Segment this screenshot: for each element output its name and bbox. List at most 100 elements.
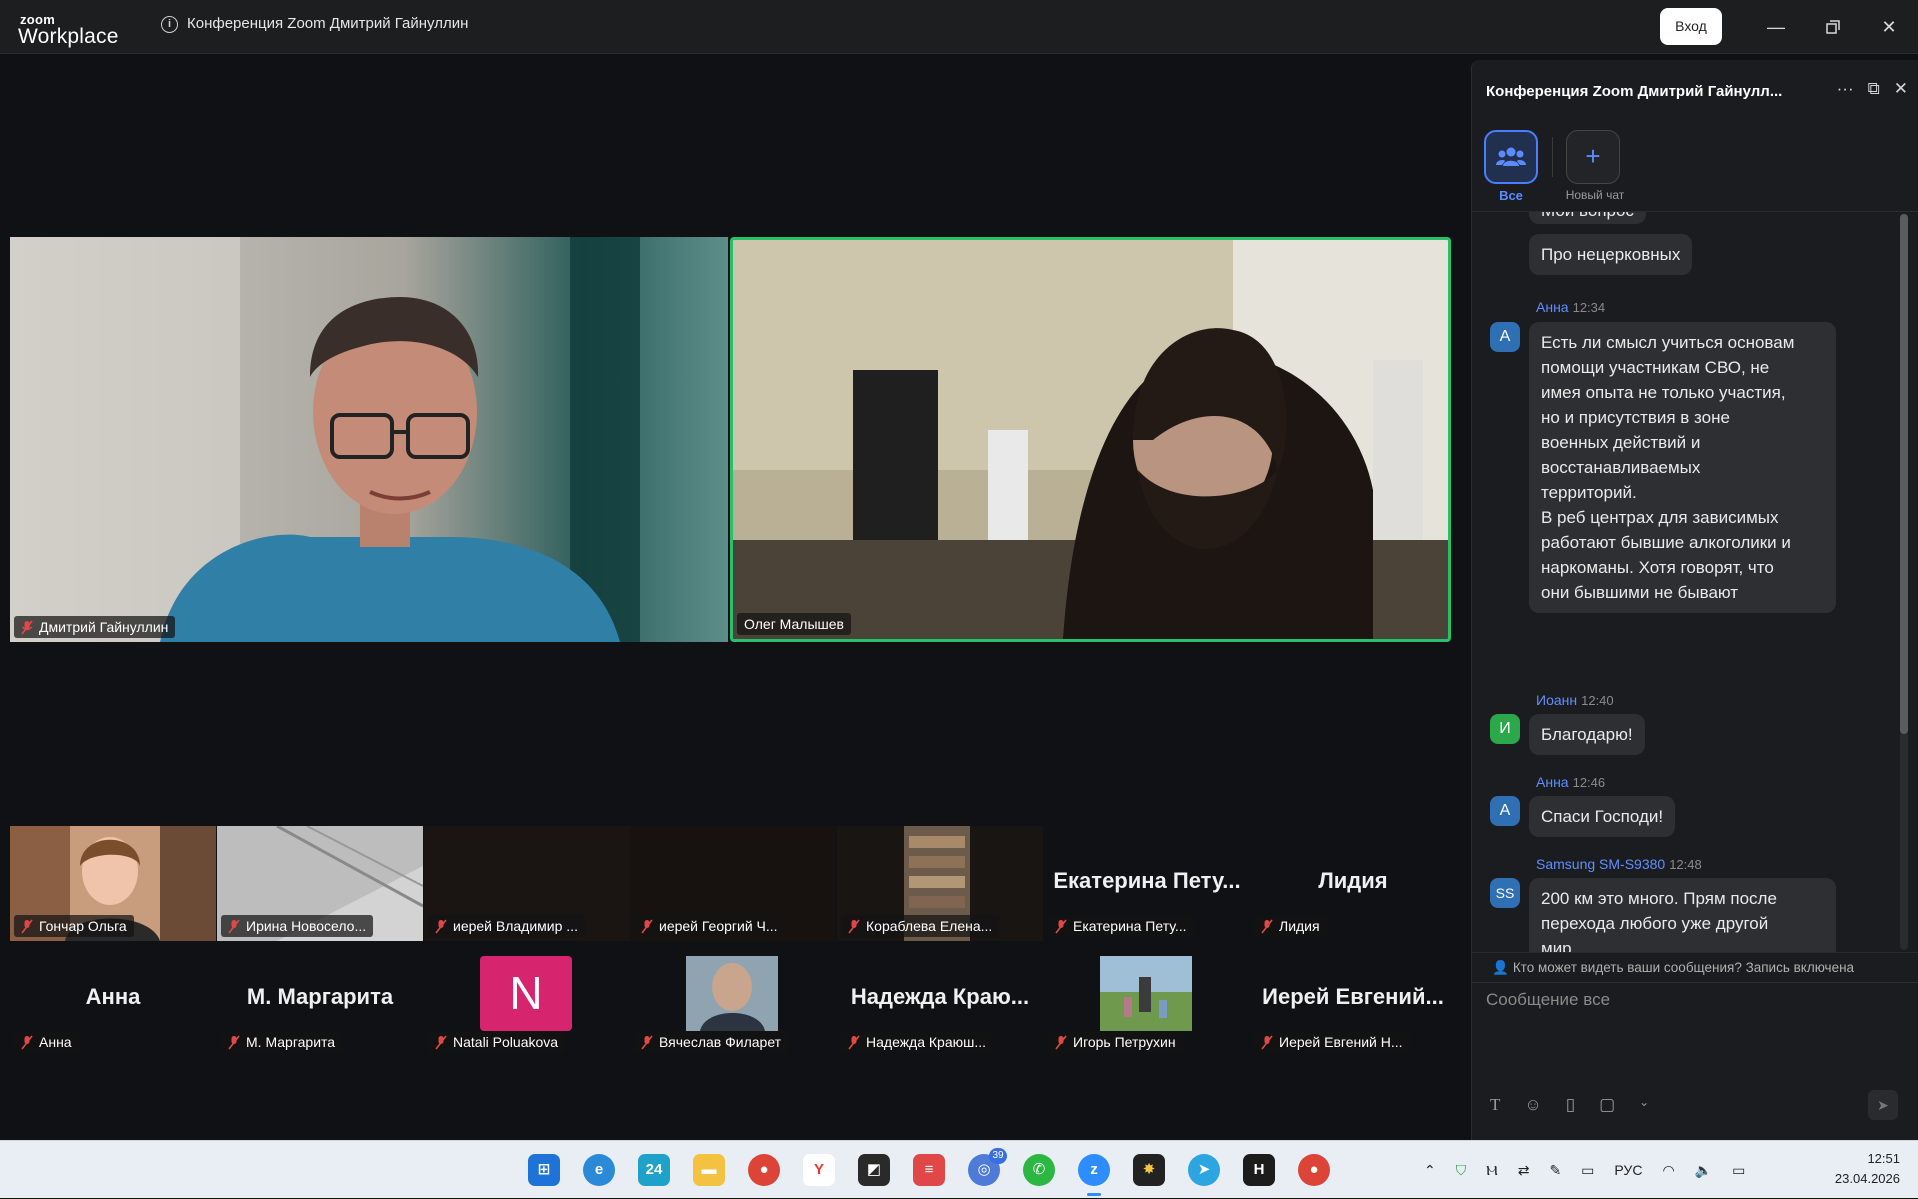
participant-tile[interactable]: иерей Георгий Ч... [630,826,836,941]
participant-name-tag: Ирина Новосело... [221,915,374,937]
emoji-icon[interactable]: ☺ [1524,1095,1541,1115]
participant-tile[interactable]: Игорь Петрухин [1044,942,1250,1057]
restore-icon[interactable] [1813,10,1853,44]
chrome-icon[interactable]: ● [748,1154,780,1186]
avatar: А [1490,322,1520,352]
participant-name: иерей Владимир ... [453,918,578,934]
close-window-icon[interactable]: ✕ [1869,10,1909,44]
participant-name: Ирина Новосело... [246,918,367,934]
audio-meter-icon[interactable]: Ⲙ [1486,1162,1497,1179]
chat-toolbar: T ☺ ▯ ▢ ⌄ [1490,1095,1649,1115]
video-tile-dmitry[interactable]: Дмитрий Гайнуллин [10,237,728,642]
participant-name-tag: иерей Георгий Ч... [634,915,785,937]
burst-app-icon[interactable]: ✸ [1133,1154,1165,1186]
participant-tile[interactable]: N Natali Poluakova [424,942,630,1057]
input-language[interactable]: РУС [1614,1162,1642,1178]
participant-display-name: М. Маргарита [246,984,394,1009]
muted-mic-icon [641,919,653,934]
zoom-app-icon[interactable]: z [1078,1154,1110,1186]
windows-start-icon[interactable]: ⊞ [528,1154,560,1186]
h-app-icon[interactable]: H [1243,1154,1275,1186]
chat-message: Мой вопрос [1529,212,1646,224]
chevron-down-icon[interactable]: ⌄ [1639,1095,1649,1115]
muted-mic-icon [21,1035,33,1050]
participant-name-tag: Иерей Евгений Н... [1254,1031,1410,1053]
participant-tile[interactable]: Кораблева Елена... [837,826,1043,941]
sync-icon[interactable]: ⇄ [1518,1162,1530,1179]
edge-icon[interactable]: e [583,1154,615,1186]
security-icon[interactable]: ⛉ [1456,1162,1467,1179]
participant-tile[interactable]: иерей Владимир ... [424,826,630,941]
telegram-icon[interactable]: ➤ [1188,1154,1220,1186]
participant-tile[interactable]: Анна Анна [10,942,216,1057]
chat-messages[interactable]: Мой вопрос Про нецерковных Анна12:34 А Е… [1472,212,1918,952]
pop-out-icon[interactable]: ⧉ [1868,79,1880,99]
send-icon: ➤ [1877,1097,1889,1113]
todo-app-icon[interactable]: ≡ [913,1154,945,1186]
participant-name-tag: Олег Малышев [737,613,851,635]
participant-tile[interactable]: Иерей Евгений... Иерей Евгений Н... [1250,942,1456,1057]
avatar: И [1490,714,1520,744]
minimize-icon[interactable]: — [1756,10,1796,44]
participant-tile[interactable]: Вячеслав Филарет [630,942,836,1057]
screenshot-icon[interactable]: ▢ [1599,1095,1615,1115]
battery-icon[interactable]: ▭ [1732,1162,1745,1179]
display-icon[interactable]: ▭ [1581,1162,1594,1179]
message-sender: Анна 12:34 [1536,299,1606,315]
participant-name: М. Маргарита [246,1034,336,1050]
calendar-app-icon[interactable]: 24 [638,1154,670,1186]
participant-name-tag: Лидия [1254,915,1327,937]
muted-mic-icon [1055,1035,1067,1050]
participant-name-tag: Вячеслав Филарет [634,1031,789,1053]
participant-name: Кораблева Елена... [866,918,993,934]
participant-tile[interactable]: Лидия Лидия [1250,826,1456,941]
participant-tile[interactable]: Надежда Краю... Надежда Краюш... [837,942,1043,1057]
participant-name-tag: Игорь Петрухин [1048,1031,1183,1053]
chat-input[interactable]: Сообщение все [1486,990,1610,1010]
scroll-thumb[interactable] [1900,214,1908,734]
file-explorer-icon[interactable]: ▬ [693,1154,725,1186]
text-format-icon[interactable]: T [1490,1095,1500,1115]
participant-name: Natali Poluakova [453,1034,559,1050]
language-pen-icon[interactable]: ✎ [1549,1162,1561,1179]
chat-tab-all[interactable] [1484,130,1538,184]
more-options-icon[interactable]: ··· [1837,79,1854,99]
muted-mic-icon [435,919,447,934]
participant-name: Иерей Евгений Н... [1279,1034,1403,1050]
sticky-notes-icon[interactable]: ◩ [858,1154,890,1186]
close-chat-icon[interactable]: ✕ [1894,79,1908,99]
participant-name: иерей Георгий Ч... [659,918,778,934]
participant-tile[interactable]: Ирина Новосело... [217,826,423,941]
file-icon[interactable]: ▯ [1566,1095,1575,1115]
participant-tile[interactable]: Екатерина Пету... Екатерина Пету... [1044,826,1250,941]
group-icon [1496,147,1526,166]
wifi-icon[interactable]: ◠ [1662,1162,1674,1179]
chat-scrollbar[interactable] [1900,214,1908,950]
video-tile-oleg-active-speaker[interactable]: Олег Малышев [730,237,1451,642]
muted-mic-icon [228,919,240,934]
muted-mic-icon [848,919,860,934]
chat-visibility-notice[interactable]: 👤 Кто может видеть ваши сообщения? Запись… [1472,952,1918,983]
new-chat-button[interactable]: + [1566,130,1620,184]
logo-big-text: Workplace [18,25,119,48]
muted-mic-icon [21,919,33,934]
send-button[interactable]: ➤ [1868,1090,1898,1120]
info-icon[interactable]: i [161,16,178,33]
new-chat-label: Новый чат [1565,188,1625,202]
signin-button[interactable]: Вход [1660,8,1722,45]
participant-name: Екатерина Пету... [1073,918,1187,934]
participant-display-name: Екатерина Пету... [1053,868,1241,893]
participant-tile[interactable]: Гончар Ольга [10,826,216,941]
yandex-browser-icon[interactable]: Y [803,1154,835,1186]
chevron-up-icon[interactable]: ⌃ [1424,1162,1436,1179]
volume-icon[interactable]: 🔈 [1695,1162,1712,1179]
chrome-icon-2[interactable]: ● [1298,1154,1330,1186]
participant-name: Гончар Ольга [39,918,127,934]
clock[interactable]: 12:51 23.04.2026 [1812,1149,1900,1189]
whatsapp-icon[interactable]: ✆ [1023,1154,1055,1186]
muted-mic-icon [641,1035,653,1050]
participant-name: Надежда Краюш... [866,1034,987,1050]
participant-tile[interactable]: М. Маргарита М. Маргарита [217,942,423,1057]
participant-name-tag: Дмитрий Гайнуллин [14,616,176,638]
muted-mic-icon [848,1035,860,1050]
